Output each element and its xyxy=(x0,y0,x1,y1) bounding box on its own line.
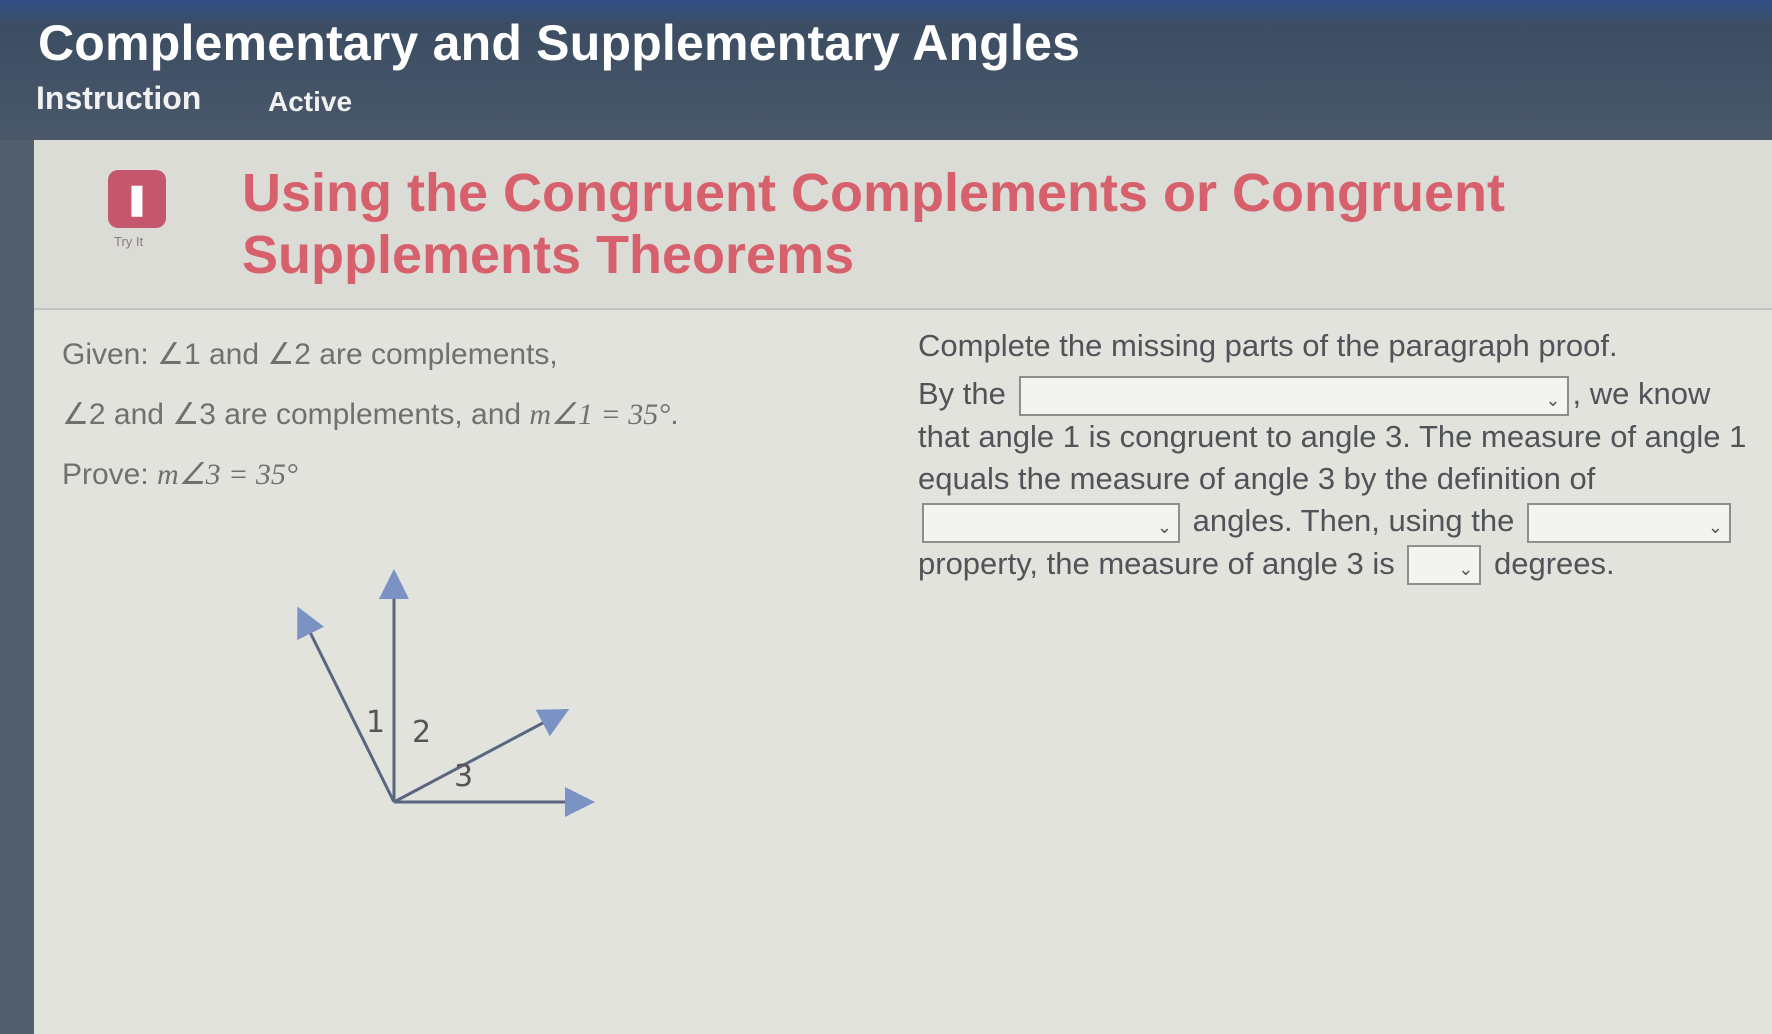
angle-ref: ∠3 xyxy=(172,398,216,431)
given-prefix: Given: xyxy=(62,338,158,371)
given-text: and xyxy=(105,398,173,431)
chevron-down-icon: ⌄ xyxy=(1707,516,1723,537)
app-title: Complementary and Supplementary Angles xyxy=(38,15,1081,71)
proof-text: property, the measure of angle 3 is xyxy=(918,545,1395,581)
given-expression: m∠1 = 35° xyxy=(529,398,671,431)
proof-instructions: Complete the missing parts of the paragr… xyxy=(918,328,1618,363)
chevron-down-icon: ⌄ xyxy=(1458,559,1474,580)
given-line-2: ∠2 and ∠3 are complements, and m∠1 = 35°… xyxy=(62,385,822,445)
given-statement: Given: ∠1 and ∠2 are complements, ∠2 and… xyxy=(62,325,822,505)
angle-definition-dropdown[interactable]: ⌄ xyxy=(922,502,1180,543)
given-text: are complements, xyxy=(310,338,558,371)
proof-text: degrees. xyxy=(1494,545,1615,581)
measure-dropdown[interactable]: ⌄ xyxy=(1407,545,1482,586)
angle-diagram: 1 2 3 xyxy=(297,569,595,817)
given-text: and xyxy=(200,338,268,371)
angle-1-label: 1 xyxy=(366,705,385,740)
tab-instruction[interactable]: Instruction xyxy=(36,80,201,117)
theorem-dropdown[interactable]: ⌄ xyxy=(1018,375,1569,416)
status-label: Active xyxy=(268,86,353,117)
chevron-down-icon: ⌄ xyxy=(1156,516,1172,537)
proof-text: By the xyxy=(918,376,1006,411)
lesson-card: ❚ Try It Using the Congruent Complements… xyxy=(34,140,1772,1034)
lesson-header: ❚ Try It Using the Congruent Complements… xyxy=(34,140,1772,310)
chevron-down-icon: ⌄ xyxy=(1545,389,1561,410)
given-text: . xyxy=(670,398,679,431)
lesson-title: Using the Congruent Complements or Congr… xyxy=(242,163,1505,285)
proof-text: angles. Then, using the xyxy=(1192,502,1515,538)
angle-2-label: 2 xyxy=(412,715,431,750)
paragraph-proof: Complete the missing parts of the paragr… xyxy=(918,325,1758,586)
angle-3-label: 3 xyxy=(454,759,473,794)
try-it-label: Try It xyxy=(114,234,144,249)
try-it-icon: ❚ xyxy=(108,170,166,228)
angle-ref: ∠2 xyxy=(267,338,311,371)
angle-ref: ∠1 xyxy=(157,338,201,371)
prove-expression: m∠3 = 35° xyxy=(157,458,298,491)
left-rail xyxy=(0,140,34,1034)
given-text: are complements, and xyxy=(215,398,530,431)
property-dropdown[interactable]: ⌄ xyxy=(1526,502,1731,543)
proof-paragraph: By the ⌄, we know that angle 1 is congru… xyxy=(918,373,1758,586)
angle-ref: ∠2 xyxy=(62,398,106,431)
prove-prefix: Prove: xyxy=(62,458,158,491)
app-header: Complementary and Supplementary Angles I… xyxy=(0,0,1772,140)
given-line-1: Given: ∠1 and ∠2 are complements, xyxy=(62,325,822,385)
prove-line: Prove: m∠3 = 35° xyxy=(62,445,822,505)
